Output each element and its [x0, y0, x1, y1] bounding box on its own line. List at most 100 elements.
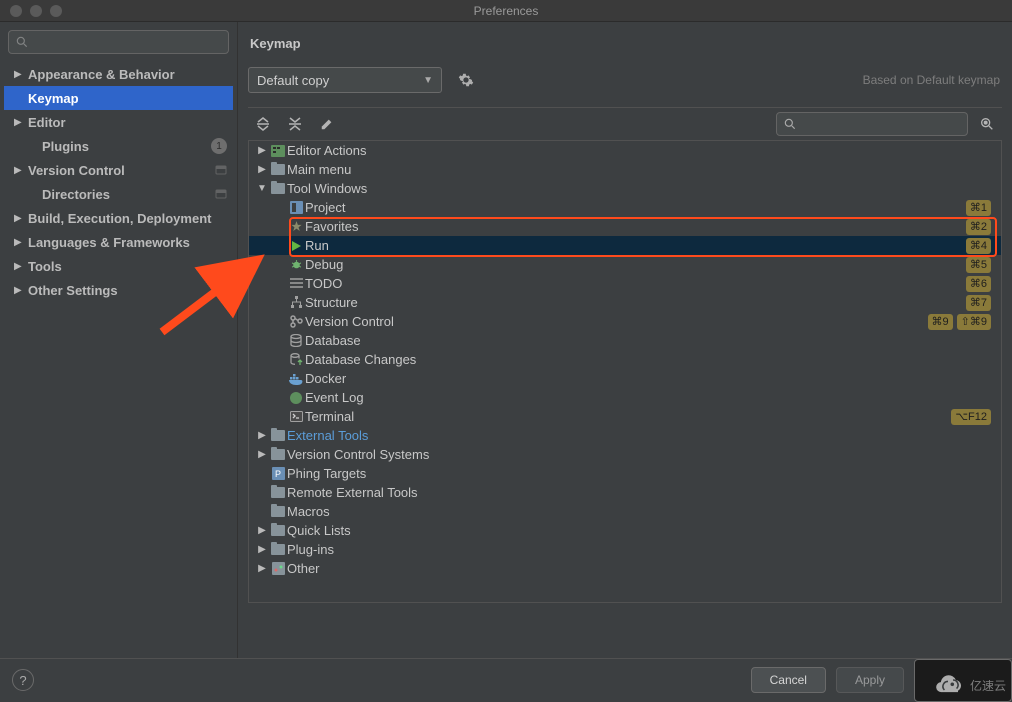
sidebar-item-appearance-behavior[interactable]: ▶Appearance & Behavior — [4, 62, 233, 86]
tree-item-remote-external-tools[interactable]: Remote External Tools — [249, 483, 1001, 502]
cloud-icon — [930, 675, 966, 695]
tree-item-version-control-systems[interactable]: ▶Version Control Systems — [249, 445, 1001, 464]
sidebar-label: Languages & Frameworks — [28, 235, 190, 250]
sidebar-label: Directories — [42, 187, 110, 202]
tree-item-plug-ins[interactable]: ▶Plug-ins — [249, 540, 1001, 559]
tree-item-label: External Tools — [287, 428, 368, 443]
sidebar-item-languages-frameworks[interactable]: ▶Languages & Frameworks — [4, 230, 233, 254]
tree-item-project[interactable]: Project⌘1 — [249, 198, 1001, 217]
tree-item-label: Terminal — [305, 409, 354, 424]
tree-item-favorites[interactable]: Favorites⌘2 — [249, 217, 1001, 236]
search-icon — [783, 117, 797, 131]
tree-item-phing-targets[interactable]: PPhing Targets — [249, 464, 1001, 483]
keymap-selector[interactable]: Default copy ▼ — [248, 67, 442, 93]
collapse-all-button[interactable] — [286, 115, 304, 133]
zoom-icon[interactable] — [50, 5, 62, 17]
shortcut: ⌥F12 — [951, 409, 991, 425]
tree-item-label: TODO — [305, 276, 342, 291]
action-tree[interactable]: ▶Editor Actions▶Main menu▼Tool WindowsPr… — [248, 141, 1002, 603]
sidebar-item-tools[interactable]: ▶ Tools — [4, 254, 233, 278]
expand-icon: ▼ — [255, 183, 269, 194]
expand-icon: ▶ — [14, 69, 24, 80]
sidebar-item-version-control[interactable]: ▶Version Control — [4, 158, 233, 182]
tree-item-label: Favorites — [305, 219, 358, 234]
tree-item-macros[interactable]: Macros — [249, 502, 1001, 521]
tree-item-database-changes[interactable]: Database Changes — [249, 350, 1001, 369]
edit-shortcut-button[interactable] — [318, 115, 336, 133]
apply-button[interactable]: Apply — [836, 667, 904, 693]
sidebar-item-build-execution-deployment[interactable]: ▶Build, Execution, Deployment — [4, 206, 233, 230]
expand-icon: ▶ — [255, 544, 269, 555]
tree-item-label: Main menu — [287, 162, 351, 177]
tree-item-todo[interactable]: TODO⌘6 — [249, 274, 1001, 293]
terminal-icon — [287, 411, 305, 422]
expand-all-button[interactable] — [254, 115, 272, 133]
close-icon[interactable] — [10, 5, 22, 17]
cancel-button[interactable]: Cancel — [751, 667, 826, 693]
sidebar-label: Plugins — [42, 139, 89, 154]
watermark-text: 亿速云 — [970, 677, 1006, 694]
folder-icon — [269, 506, 287, 517]
expand-icon: ▶ — [14, 165, 24, 176]
sidebar-item-editor[interactable]: ▶Editor — [4, 110, 233, 134]
folder-icon — [269, 430, 287, 441]
folder-icon — [269, 487, 287, 498]
tree-item-terminal[interactable]: Terminal ⌥F12 — [249, 407, 1001, 426]
other-icon — [269, 562, 287, 575]
shortcut: ⌘9⇧⌘9 — [928, 314, 991, 330]
tree-item-label: Debug — [305, 257, 343, 272]
expand-icon: ▶ — [255, 449, 269, 460]
folder-icon — [269, 449, 287, 460]
sidebar-item-directories[interactable]: Directories — [4, 182, 233, 206]
tree-item-other[interactable]: ▶Other — [249, 559, 1001, 578]
help-button[interactable]: ? — [12, 669, 34, 691]
tree-item-external-tools[interactable]: ▶ External Tools — [249, 426, 1001, 445]
expand-icon: ▶ — [14, 285, 24, 296]
toolbar — [248, 107, 1002, 141]
titlebar: Preferences — [0, 0, 1012, 22]
sidebar: ▶Appearance & BehaviorKeymap▶EditorPlugi… — [0, 22, 238, 658]
sidebar-item-other-settings[interactable]: ▶ Other Settings — [4, 278, 233, 302]
tree-item-editor-actions[interactable]: ▶Editor Actions — [249, 141, 1001, 160]
watermark: 亿速云 — [930, 675, 1006, 695]
tree-item-label: Phing Targets — [287, 466, 366, 481]
expand-icon: ▶ — [14, 261, 24, 272]
window-controls[interactable] — [0, 5, 62, 17]
keymap-settings-button[interactable] — [458, 72, 478, 88]
expand-icon: ▶ — [255, 430, 269, 441]
pencil-icon — [320, 117, 334, 131]
minimize-icon[interactable] — [30, 5, 42, 17]
find-by-shortcut-button[interactable] — [978, 115, 996, 133]
collapse-icon — [287, 116, 303, 132]
tree-item-docker[interactable]: Docker — [249, 369, 1001, 388]
dbchanges-icon — [287, 353, 305, 366]
sidebar-search[interactable] — [8, 30, 229, 54]
tree-item-event-log[interactable]: Event Log — [249, 388, 1001, 407]
structure-icon — [287, 296, 305, 309]
tree-item-main-menu[interactable]: ▶Main menu — [249, 160, 1001, 179]
sidebar-item-plugins[interactable]: Plugins1 — [4, 134, 233, 158]
content-pane: Keymap Default copy ▼ Based on Default k… — [238, 22, 1012, 658]
sidebar-label: Tools — [28, 259, 62, 274]
tree-item-debug[interactable]: Debug⌘5 — [249, 255, 1001, 274]
tree-item-tool-windows[interactable]: ▼Tool Windows — [249, 179, 1001, 198]
tree-item-label: Quick Lists — [287, 523, 351, 538]
tree-item-label: Version Control — [305, 314, 394, 329]
project-icon — [287, 201, 305, 214]
page-title: Keymap — [250, 36, 1002, 51]
tree-item-run[interactable]: Run⌘4 — [249, 236, 1001, 255]
tree-item-version-control[interactable]: Version Control ⌘9⇧⌘9 — [249, 312, 1001, 331]
gear-icon — [458, 72, 474, 88]
find-shortcut-icon — [979, 116, 995, 132]
tree-item-database[interactable]: Database — [249, 331, 1001, 350]
action-search[interactable] — [776, 112, 968, 136]
window-title: Preferences — [474, 4, 539, 18]
tree-item-structure[interactable]: Structure⌘7 — [249, 293, 1001, 312]
tree-item-quick-lists[interactable]: ▶Quick Lists — [249, 521, 1001, 540]
sidebar-label: Other Settings — [28, 283, 118, 298]
folder-icon — [269, 525, 287, 536]
sidebar-item-keymap[interactable]: Keymap — [4, 86, 233, 110]
search-icon — [15, 35, 29, 49]
based-on-label: Based on Default keymap — [863, 73, 1002, 87]
star-icon — [287, 220, 305, 233]
